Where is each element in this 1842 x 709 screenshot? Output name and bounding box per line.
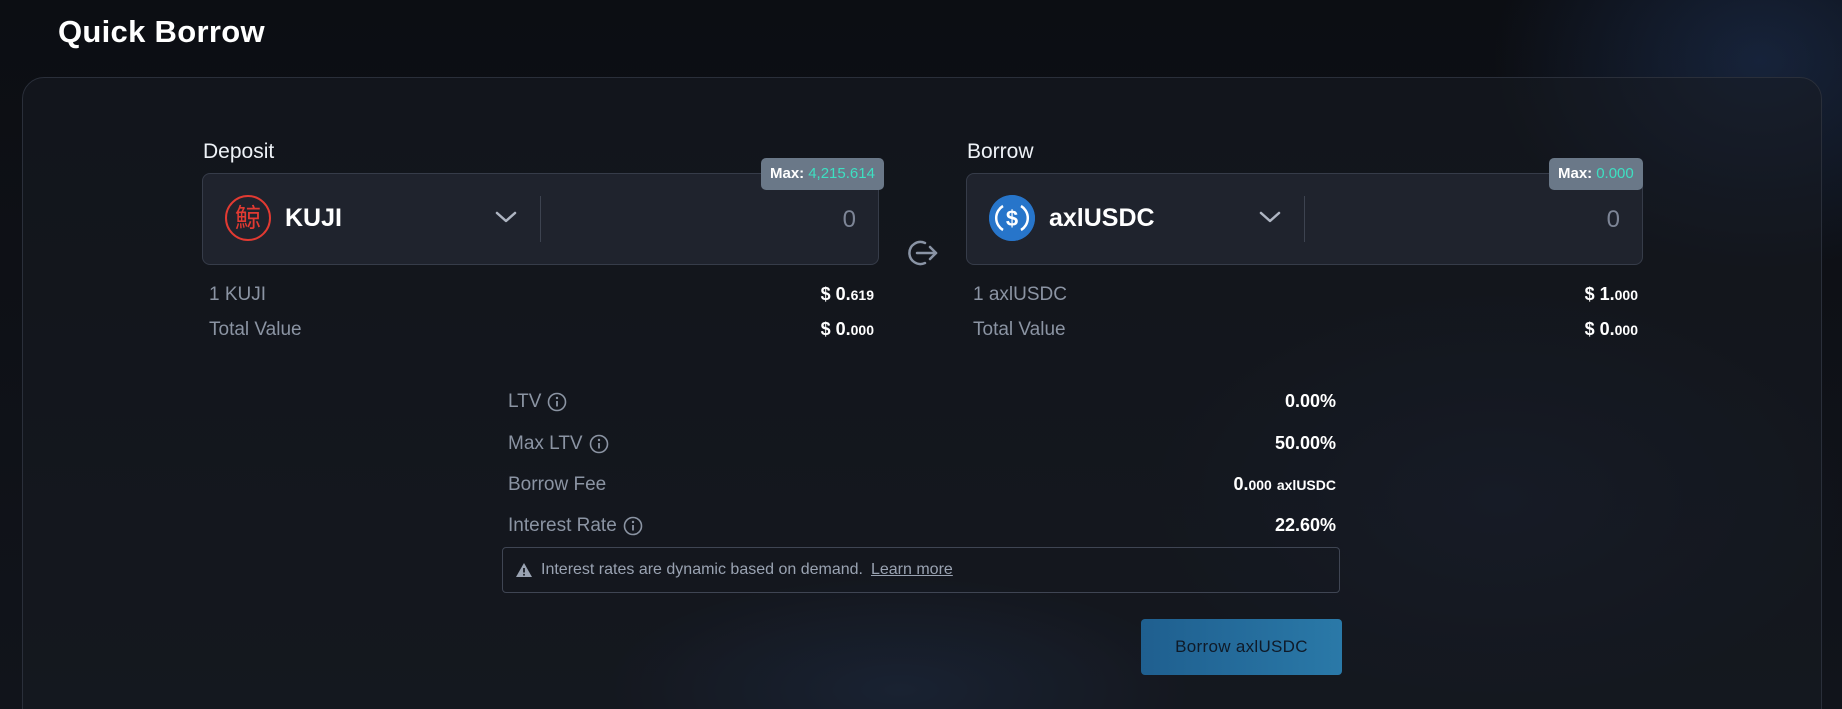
divider xyxy=(540,196,541,242)
ltv-row: LTV 0.00% xyxy=(508,391,1336,413)
interest-notice: Interest rates are dynamic based on dema… xyxy=(502,547,1340,593)
max-ltv-row: Max LTV 50.00% xyxy=(508,433,1336,455)
ltv-value: 0.00% xyxy=(1284,391,1336,411)
chevron-down-icon[interactable] xyxy=(1255,202,1285,232)
borrow-fee-row: Borrow Fee 0.000 axlUSDC xyxy=(508,474,1336,496)
deposit-label: Deposit xyxy=(203,140,275,163)
learn-more-link[interactable]: Learn more xyxy=(871,561,953,579)
borrow-total-value: $ 0.000 xyxy=(1584,319,1638,339)
borrow-fee-label: Borrow Fee xyxy=(508,474,607,495)
borrow-price-value: $ 1.000 xyxy=(1584,284,1638,304)
max-label: Max: xyxy=(1558,165,1593,182)
deposit-price-row: 1 KUJI $ 0.619 xyxy=(209,284,874,306)
interest-rate-value: 22.60% xyxy=(1274,515,1336,535)
page-title: Quick Borrow xyxy=(58,14,265,49)
deposit-max-value: 4,215.614 xyxy=(808,165,875,182)
deposit-max-button[interactable]: Max: 4,215.614 xyxy=(761,158,884,190)
borrow-token-box: $ axlUSDC xyxy=(966,173,1643,265)
arrow-right-from-circle-icon[interactable] xyxy=(905,236,939,270)
warning-triangle-icon xyxy=(516,563,532,577)
info-icon[interactable] xyxy=(547,392,567,412)
deposit-total-row: Total Value $ 0.000 xyxy=(209,319,874,341)
info-icon[interactable] xyxy=(589,434,609,454)
borrow-fee-value: 0.000 axlUSDC xyxy=(1233,474,1336,494)
interest-rate-label: Interest Rate xyxy=(508,515,617,536)
notice-text: Interest rates are dynamic based on dema… xyxy=(541,561,863,578)
borrow-label: Borrow xyxy=(967,140,1034,163)
max-ltv-label: Max LTV xyxy=(508,433,583,454)
deposit-amount-input[interactable] xyxy=(554,196,858,244)
borrow-total-label: Total Value xyxy=(973,319,1066,340)
borrow-price-row: 1 axlUSDC $ 1.000 xyxy=(973,284,1638,306)
deposit-price-value: $ 0.619 xyxy=(820,284,874,304)
max-ltv-value: 50.00% xyxy=(1274,433,1336,453)
borrow-total-row: Total Value $ 0.000 xyxy=(973,319,1638,341)
borrow-amount-input[interactable] xyxy=(1318,196,1622,244)
borrow-price-label: 1 axlUSDC xyxy=(973,284,1067,305)
svg-text:$: $ xyxy=(1006,206,1018,231)
deposit-total-label: Total Value xyxy=(209,319,302,340)
deposit-token-name[interactable]: KUJI xyxy=(285,204,342,233)
kuji-token-icon: 鯨 xyxy=(225,195,271,241)
ltv-label: LTV xyxy=(508,391,542,412)
usdc-token-icon: $ xyxy=(989,195,1035,241)
info-icon[interactable] xyxy=(623,516,643,536)
borrow-token-name[interactable]: axlUSDC xyxy=(1049,204,1155,233)
max-label: Max: xyxy=(770,165,805,182)
chevron-down-icon[interactable] xyxy=(491,202,521,232)
borrow-button[interactable]: Borrow axlUSDC xyxy=(1141,619,1342,675)
borrow-max-value: 0.000 xyxy=(1596,165,1634,182)
divider xyxy=(1304,196,1305,242)
deposit-total-value: $ 0.000 xyxy=(820,319,874,339)
deposit-price-label: 1 KUJI xyxy=(209,284,267,305)
borrow-max-button[interactable]: Max: 0.000 xyxy=(1549,158,1643,190)
interest-rate-row: Interest Rate 22.60% xyxy=(508,515,1336,537)
